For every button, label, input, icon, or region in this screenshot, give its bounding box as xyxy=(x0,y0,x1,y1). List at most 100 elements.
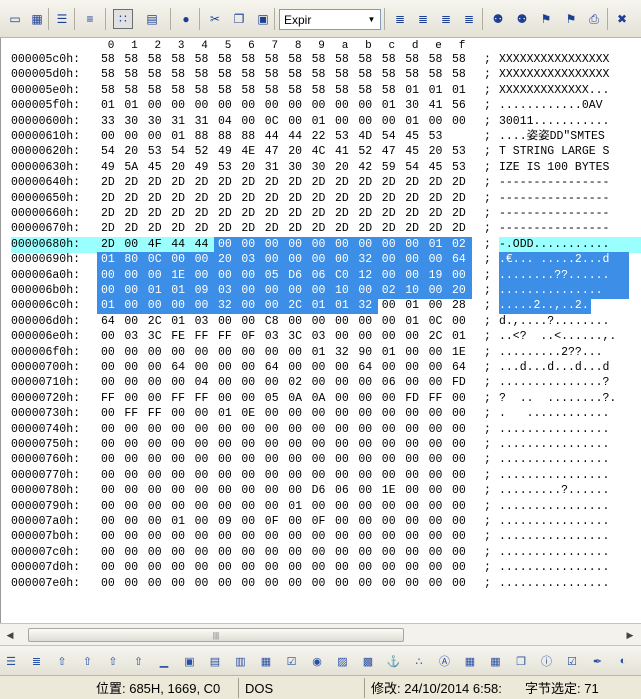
hex-byte[interactable]: 00 xyxy=(237,345,261,361)
hex-byte[interactable]: 2D xyxy=(354,191,378,207)
ascii-text[interactable]: ....姿姿DD"SMTES xyxy=(499,129,629,145)
hex-byte[interactable]: 00 xyxy=(120,499,144,515)
hex-byte[interactable]: FF xyxy=(191,391,215,407)
print-icon[interactable]: ⎙ xyxy=(584,9,604,29)
hex-byte[interactable]: 00 xyxy=(377,267,402,284)
hex-byte[interactable]: 0E xyxy=(237,406,261,422)
hex-byte[interactable]: 01 xyxy=(97,252,121,269)
hex-byte[interactable]: FD xyxy=(401,391,425,407)
hex-byte[interactable]: 00 xyxy=(448,560,472,576)
hex-byte[interactable]: 01 xyxy=(120,98,144,114)
hex-byte[interactable]: 0C xyxy=(143,252,168,269)
hex-byte[interactable]: 00 xyxy=(237,514,261,530)
hex-byte[interactable]: 88 xyxy=(237,129,261,145)
hex-byte[interactable]: 58 xyxy=(354,83,378,99)
hex-byte[interactable]: 00 xyxy=(448,422,472,438)
hex-byte[interactable]: 00 xyxy=(448,314,472,330)
hex-byte[interactable]: 00 xyxy=(308,98,332,114)
hex-byte[interactable]: 30 xyxy=(401,98,425,114)
hex-byte[interactable]: 00 xyxy=(284,468,308,484)
hex-byte[interactable]: 4C xyxy=(308,144,332,160)
hex-byte[interactable]: 00 xyxy=(448,406,472,422)
hex-byte[interactable]: 00 xyxy=(448,499,472,515)
hex-byte[interactable]: 00 xyxy=(284,576,308,592)
hex-byte[interactable]: 00 xyxy=(214,529,238,545)
hex-byte[interactable]: 2D xyxy=(378,175,402,191)
hex-byte[interactable]: 01 xyxy=(401,298,425,314)
hex-byte[interactable]: 00 xyxy=(401,267,426,284)
hex-byte[interactable]: 00 xyxy=(143,298,168,315)
hex-byte[interactable]: 00 xyxy=(378,422,402,438)
hex-byte[interactable]: 00 xyxy=(284,236,309,253)
hex-byte[interactable]: 30 xyxy=(120,114,144,130)
hex-byte[interactable]: 2D xyxy=(120,175,144,191)
hex-byte[interactable]: 00 xyxy=(308,452,332,468)
ascii-text[interactable]: .€... .....2...d xyxy=(499,252,629,269)
hex-byte[interactable]: 00 xyxy=(237,437,261,453)
ascii-text[interactable]: ................ xyxy=(499,499,629,515)
hex-byte[interactable]: 01 xyxy=(167,314,191,330)
hex-byte[interactable]: 2D xyxy=(401,206,425,222)
hex-byte[interactable]: 00 xyxy=(191,422,215,438)
hex-byte[interactable]: 00 xyxy=(261,437,285,453)
hex-byte[interactable]: 00 xyxy=(261,529,285,545)
ascii-text[interactable]: IZE IS 100 BYTES xyxy=(499,160,629,176)
hex-byte[interactable]: 06 xyxy=(331,483,355,499)
hex-byte[interactable]: 00 xyxy=(144,499,168,515)
hex-byte[interactable]: 00 xyxy=(214,576,238,592)
hex-byte[interactable]: 00 xyxy=(214,560,238,576)
hex-byte[interactable]: FD xyxy=(448,375,472,391)
hex-byte[interactable]: 53 xyxy=(331,129,355,145)
hex-byte[interactable]: 2D xyxy=(401,191,425,207)
hex-byte[interactable]: 00 xyxy=(378,298,402,314)
align-right-icon[interactable]: ≣ xyxy=(436,9,456,29)
hex-byte[interactable]: 00 xyxy=(120,129,144,145)
hex-byte[interactable]: 00 xyxy=(354,236,379,253)
hex-byte[interactable]: 00 xyxy=(167,529,191,545)
hex-byte[interactable]: 4F xyxy=(143,236,168,253)
hex-byte[interactable]: 22 xyxy=(308,129,332,145)
text-c-icon[interactable]: ⇧ xyxy=(104,652,122,670)
symbol-icon[interactable]: ∴ xyxy=(410,652,428,670)
hex-byte[interactable]: 01 xyxy=(308,114,332,130)
hex-byte[interactable]: 00 xyxy=(331,514,355,530)
hex-byte[interactable]: 58 xyxy=(120,52,144,68)
hex-byte[interactable]: C8 xyxy=(261,314,285,330)
hex-byte[interactable]: 58 xyxy=(284,52,308,68)
hex-byte[interactable]: 58 xyxy=(284,67,308,83)
hex-byte[interactable]: 00 xyxy=(237,283,262,299)
hex-byte[interactable]: 00 xyxy=(214,437,238,453)
hex-byte[interactable]: 00 xyxy=(214,267,238,284)
hex-byte[interactable]: 2D xyxy=(214,191,238,207)
hex-byte[interactable]: 00 xyxy=(284,422,308,438)
hex-byte[interactable]: 00 xyxy=(425,375,449,391)
hex-byte[interactable]: 2D xyxy=(144,221,168,237)
hex-byte[interactable]: 00 xyxy=(284,314,308,330)
hex-byte[interactable]: 00 xyxy=(261,406,285,422)
hex-byte[interactable]: 00 xyxy=(425,514,449,530)
hex-byte[interactable]: 58 xyxy=(448,52,472,68)
hex-byte[interactable]: 00 xyxy=(97,345,121,361)
hex-byte[interactable]: 00 xyxy=(331,314,355,330)
ascii-text[interactable]: d.,....?........ xyxy=(499,314,629,330)
hex-byte[interactable]: 47 xyxy=(261,144,285,160)
hex-byte[interactable]: C0 xyxy=(331,267,355,284)
hex-byte[interactable]: 04 xyxy=(191,375,215,391)
hex-byte[interactable]: 58 xyxy=(167,83,191,99)
hex-byte[interactable]: 3C xyxy=(144,329,168,345)
hex-byte[interactable]: 00 xyxy=(354,391,378,407)
hex-byte[interactable]: 00 xyxy=(401,499,425,515)
hex-byte[interactable]: 00 xyxy=(401,576,425,592)
hex-byte[interactable]: 00 xyxy=(378,499,402,515)
hex-byte[interactable]: 58 xyxy=(354,67,378,83)
hex-byte[interactable]: 2D xyxy=(378,206,402,222)
hex-byte[interactable]: 00 xyxy=(191,452,215,468)
hex-byte[interactable]: 44 xyxy=(167,236,192,253)
hex-byte[interactable]: 10 xyxy=(401,283,426,299)
hex-byte[interactable]: 00 xyxy=(261,499,285,515)
hex-byte[interactable]: 00 xyxy=(401,468,425,484)
hex-byte[interactable]: 00 xyxy=(378,576,402,592)
hex-byte[interactable]: 00 xyxy=(401,375,425,391)
hex-byte[interactable]: 2D xyxy=(237,221,261,237)
hex-byte[interactable]: 1E xyxy=(448,345,472,361)
